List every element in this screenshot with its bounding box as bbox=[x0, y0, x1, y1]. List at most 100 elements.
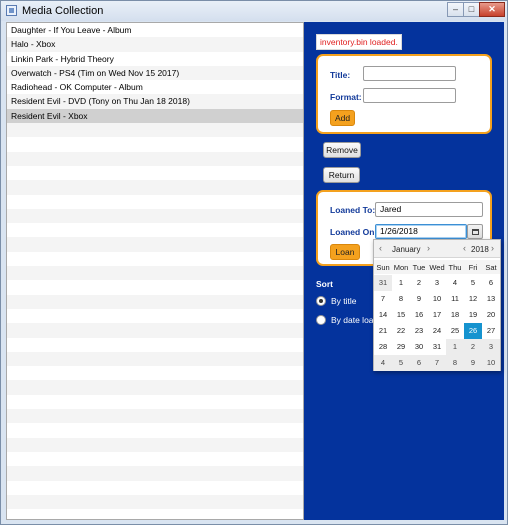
calendar-day[interactable]: 23 bbox=[410, 323, 428, 339]
calendar-day[interactable]: 20 bbox=[482, 307, 500, 323]
empty-list-row[interactable] bbox=[7, 165, 303, 181]
calendar-day[interactable]: 17 bbox=[428, 307, 446, 323]
calendar-day-outside-month[interactable]: 3 bbox=[482, 339, 500, 355]
calendar-day[interactable]: 12 bbox=[464, 291, 482, 307]
empty-list-row[interactable] bbox=[7, 251, 303, 267]
loaned-to-input[interactable]: Jared bbox=[375, 202, 483, 217]
sort-by-date-radio[interactable] bbox=[316, 315, 326, 325]
empty-list-row[interactable] bbox=[7, 151, 303, 166]
media-list-item[interactable]: Overwatch - PS4 (Tim on Wed Nov 15 2017) bbox=[7, 65, 303, 81]
empty-list-row[interactable] bbox=[7, 123, 303, 138]
calendar-day-outside-month[interactable]: 2 bbox=[464, 339, 482, 355]
media-list-item[interactable]: Halo - Xbox bbox=[7, 37, 303, 52]
calendar-day[interactable]: 5 bbox=[464, 275, 482, 291]
prev-month-button[interactable]: ‹ bbox=[379, 243, 382, 253]
return-button[interactable]: Return bbox=[323, 167, 360, 183]
empty-list-row[interactable] bbox=[7, 280, 303, 295]
empty-list-row[interactable] bbox=[7, 380, 303, 395]
calendar-day[interactable]: 26 bbox=[464, 323, 482, 339]
empty-list-row[interactable] bbox=[7, 266, 303, 281]
calendar-day-outside-month[interactable]: 8 bbox=[446, 355, 464, 371]
calendar-day-outside-month[interactable]: 10 bbox=[482, 355, 500, 371]
calendar-day-outside-month[interactable]: 9 bbox=[464, 355, 482, 371]
calendar-day-outside-month[interactable]: 5 bbox=[392, 355, 410, 371]
calendar-day[interactable]: 7 bbox=[374, 291, 392, 307]
empty-list-row[interactable] bbox=[7, 337, 303, 352]
next-month-button[interactable]: › bbox=[427, 243, 430, 253]
empty-list-row[interactable] bbox=[7, 351, 303, 367]
empty-list-row[interactable] bbox=[7, 494, 303, 510]
sort-by-title-option[interactable]: By title bbox=[316, 295, 357, 307]
media-list-item[interactable]: Radiohead - OK Computer - Album bbox=[7, 80, 303, 95]
empty-list-row[interactable] bbox=[7, 509, 303, 519]
add-button[interactable]: Add bbox=[330, 110, 355, 126]
empty-list-row[interactable] bbox=[7, 366, 303, 381]
calendar-day[interactable]: 1 bbox=[392, 275, 410, 291]
format-input[interactable] bbox=[363, 88, 456, 103]
calendar-day-outside-month[interactable]: 31 bbox=[374, 275, 392, 291]
calendar-toggle-button[interactable] bbox=[467, 224, 483, 239]
calendar-day[interactable]: 14 bbox=[374, 307, 392, 323]
calendar-day[interactable]: 4 bbox=[446, 275, 464, 291]
calendar-day[interactable]: 10 bbox=[428, 291, 446, 307]
calendar-day[interactable]: 22 bbox=[392, 323, 410, 339]
calendar-day[interactable]: 16 bbox=[410, 307, 428, 323]
empty-list-row[interactable] bbox=[7, 323, 303, 338]
minimize-button[interactable]: – bbox=[447, 2, 464, 17]
calendar-day[interactable]: 8 bbox=[392, 291, 410, 307]
calendar-day[interactable]: 18 bbox=[446, 307, 464, 323]
calendar-day[interactable]: 24 bbox=[428, 323, 446, 339]
empty-list-row[interactable] bbox=[7, 208, 303, 224]
media-list-item[interactable]: Linkin Park - Hybrid Theory bbox=[7, 51, 303, 66]
calendar-day[interactable]: 11 bbox=[446, 291, 464, 307]
title-input[interactable] bbox=[363, 66, 456, 81]
calendar-day[interactable]: 29 bbox=[392, 339, 410, 355]
calendar-day[interactable]: 25 bbox=[446, 323, 464, 339]
calendar-day[interactable]: 9 bbox=[410, 291, 428, 307]
sort-by-title-radio[interactable] bbox=[316, 296, 326, 306]
calendar-day[interactable]: 15 bbox=[392, 307, 410, 323]
empty-list-row[interactable] bbox=[7, 137, 303, 152]
calendar-day[interactable]: 21 bbox=[374, 323, 392, 339]
empty-list-row[interactable] bbox=[7, 308, 303, 324]
calendar-day-outside-month[interactable]: 7 bbox=[428, 355, 446, 371]
calendar-day[interactable]: 31 bbox=[428, 339, 446, 355]
calendar-day[interactable]: 13 bbox=[482, 291, 500, 307]
media-list-item[interactable]: Daughter - If You Leave - Album bbox=[7, 23, 303, 38]
calendar-day-outside-month[interactable]: 1 bbox=[446, 339, 464, 355]
calendar-day-outside-month[interactable]: 4 bbox=[374, 355, 392, 371]
empty-list-row[interactable] bbox=[7, 423, 303, 438]
empty-list-row[interactable] bbox=[7, 466, 303, 481]
close-button[interactable]: ✕ bbox=[479, 2, 505, 17]
empty-list-row[interactable] bbox=[7, 294, 303, 309]
date-picker-header: ‹ January › ‹ 2018 › bbox=[374, 240, 500, 258]
next-year-button[interactable]: › bbox=[491, 243, 494, 253]
title-bar[interactable]: Media Collection – □ ✕ bbox=[1, 1, 507, 21]
calendar-day[interactable]: 2 bbox=[410, 275, 428, 291]
calendar-day[interactable]: 6 bbox=[482, 275, 500, 291]
empty-list-row[interactable] bbox=[7, 194, 303, 209]
loaned-on-date-input[interactable]: 1/26/2018 bbox=[375, 224, 467, 239]
media-list[interactable]: Daughter - If You Leave - Album Halo - Xb… bbox=[6, 22, 304, 520]
empty-list-row[interactable] bbox=[7, 394, 303, 410]
media-list-item[interactable]: Resident Evil - DVD (Tony on Thu Jan 18 … bbox=[7, 94, 303, 109]
calendar-day[interactable]: 3 bbox=[428, 275, 446, 291]
empty-list-row[interactable] bbox=[7, 223, 303, 238]
maximize-button[interactable]: □ bbox=[463, 2, 480, 17]
calendar-day[interactable]: 28 bbox=[374, 339, 392, 355]
loan-button[interactable]: Loan bbox=[330, 244, 360, 260]
calendar-day[interactable]: 19 bbox=[464, 307, 482, 323]
media-list-item[interactable]: Resident Evil - Xbox bbox=[7, 108, 303, 124]
sort-by-title-label: By title bbox=[331, 296, 357, 306]
empty-list-row[interactable] bbox=[7, 180, 303, 195]
calendar-day[interactable]: 27 bbox=[482, 323, 500, 339]
empty-list-row[interactable] bbox=[7, 480, 303, 495]
remove-button[interactable]: Remove bbox=[323, 142, 361, 158]
prev-year-button[interactable]: ‹ bbox=[463, 243, 466, 253]
calendar-day-outside-month[interactable]: 6 bbox=[410, 355, 428, 371]
empty-list-row[interactable] bbox=[7, 409, 303, 424]
empty-list-row[interactable] bbox=[7, 437, 303, 452]
calendar-day[interactable]: 30 bbox=[410, 339, 428, 355]
empty-list-row[interactable] bbox=[7, 451, 303, 467]
empty-list-row[interactable] bbox=[7, 237, 303, 252]
